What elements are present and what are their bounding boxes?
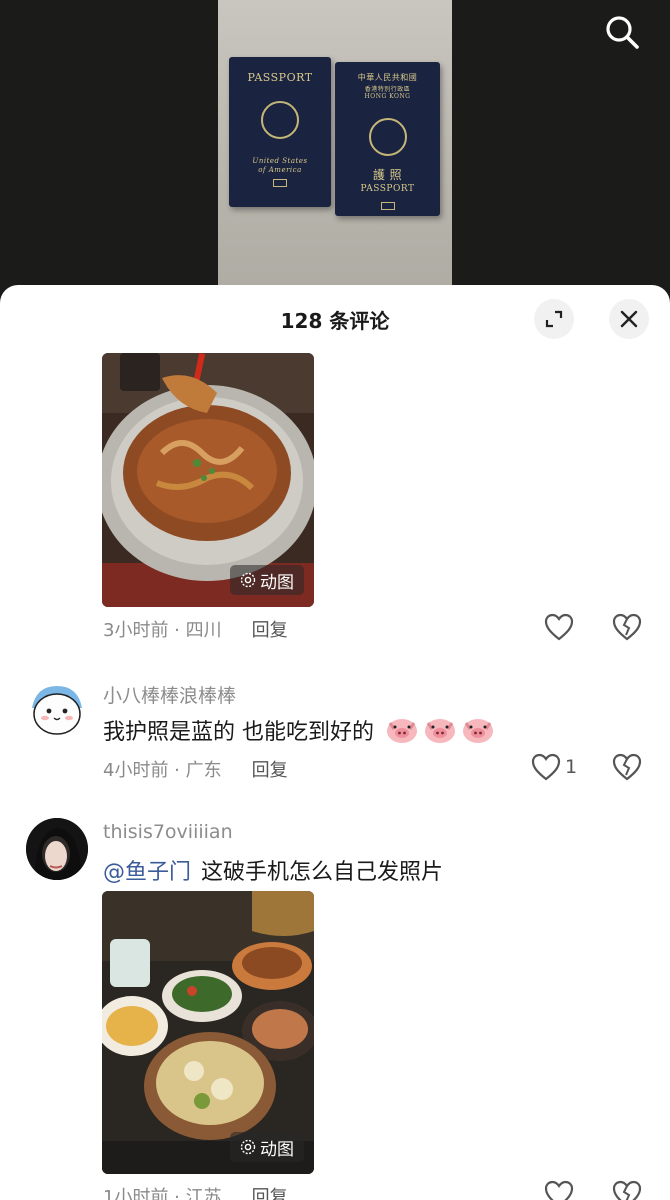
comment-username[interactable]: 小八棒棒浪棒棒 xyxy=(103,681,236,708)
avatar-photo xyxy=(26,818,88,880)
post-photo[interactable]: PASSPORT United States of America 中華人民共和… xyxy=(218,0,452,300)
search-icon[interactable] xyxy=(602,12,642,52)
mention-link[interactable]: @鱼子门 xyxy=(103,860,191,885)
hk-passport: 中華人民共和國 香港特別行政區 HONG KONG 護 照 PASSPORT xyxy=(335,62,440,216)
broken-heart-icon xyxy=(612,1180,642,1200)
like-count: 1 xyxy=(565,756,578,778)
heart-icon xyxy=(544,1180,574,1200)
like-button[interactable] xyxy=(544,1180,574,1200)
comment-text: @鱼子门 这破手机怎么自己发照片 xyxy=(103,860,444,885)
comment-image[interactable]: 动图 xyxy=(102,353,314,607)
avatar[interactable] xyxy=(26,678,88,740)
reply-button[interactable]: 回复 xyxy=(252,1183,288,1200)
pig-face-emoji xyxy=(385,716,419,750)
biometric-chip-icon xyxy=(273,179,287,187)
comment-image[interactable]: 动图 xyxy=(102,891,314,1174)
heart-icon xyxy=(544,613,574,641)
like-button[interactable]: 1 xyxy=(531,753,577,781)
live-photo-icon xyxy=(240,572,256,588)
like-button[interactable] xyxy=(544,613,574,641)
heart-icon xyxy=(531,753,561,781)
broken-heart-icon xyxy=(612,613,642,641)
national-emblem xyxy=(368,118,407,156)
dislike-button[interactable] xyxy=(612,753,642,781)
gif-badge: 动图 xyxy=(230,1132,304,1162)
reply-button[interactable]: 回复 xyxy=(252,756,288,782)
us-passport: PASSPORT United States of America xyxy=(229,57,331,207)
eagle-emblem xyxy=(261,101,299,139)
avatar[interactable] xyxy=(26,818,88,880)
pig-face-emoji xyxy=(423,716,457,750)
sheet-header: 128 条评论 xyxy=(0,285,670,351)
live-photo-icon xyxy=(240,1139,256,1155)
dislike-button[interactable] xyxy=(612,1180,642,1200)
expand-icon xyxy=(545,310,563,328)
comments-sheet: 动图 3小时前 · 四川 回复 小八棒棒浪棒棒 我护照是蓝的 也能吃到好的 4小… xyxy=(0,285,670,1200)
comment-username[interactable]: thisis7oviiiian xyxy=(103,821,233,843)
pig-face-emoji xyxy=(461,716,495,750)
gif-badge: 动图 xyxy=(230,565,304,595)
reply-button[interactable]: 回复 xyxy=(252,616,288,642)
avatar-cartoon xyxy=(26,678,88,740)
comment-text: 我护照是蓝的 也能吃到好的 xyxy=(103,714,495,750)
comment-meta: 4小时前 · 广东 回复 xyxy=(103,756,288,782)
broken-heart-icon xyxy=(612,753,642,781)
close-icon xyxy=(620,310,638,328)
close-button[interactable] xyxy=(609,299,649,339)
comment-meta: 3小时前 · 四川 回复 xyxy=(103,616,288,642)
expand-button[interactable] xyxy=(534,299,574,339)
comment-meta: 1小时前 · 江苏 回复 xyxy=(103,1183,288,1200)
dislike-button[interactable] xyxy=(612,613,642,641)
biometric-chip-icon xyxy=(380,202,395,210)
post-media[interactable]: PASSPORT United States of America 中華人民共和… xyxy=(0,0,670,300)
